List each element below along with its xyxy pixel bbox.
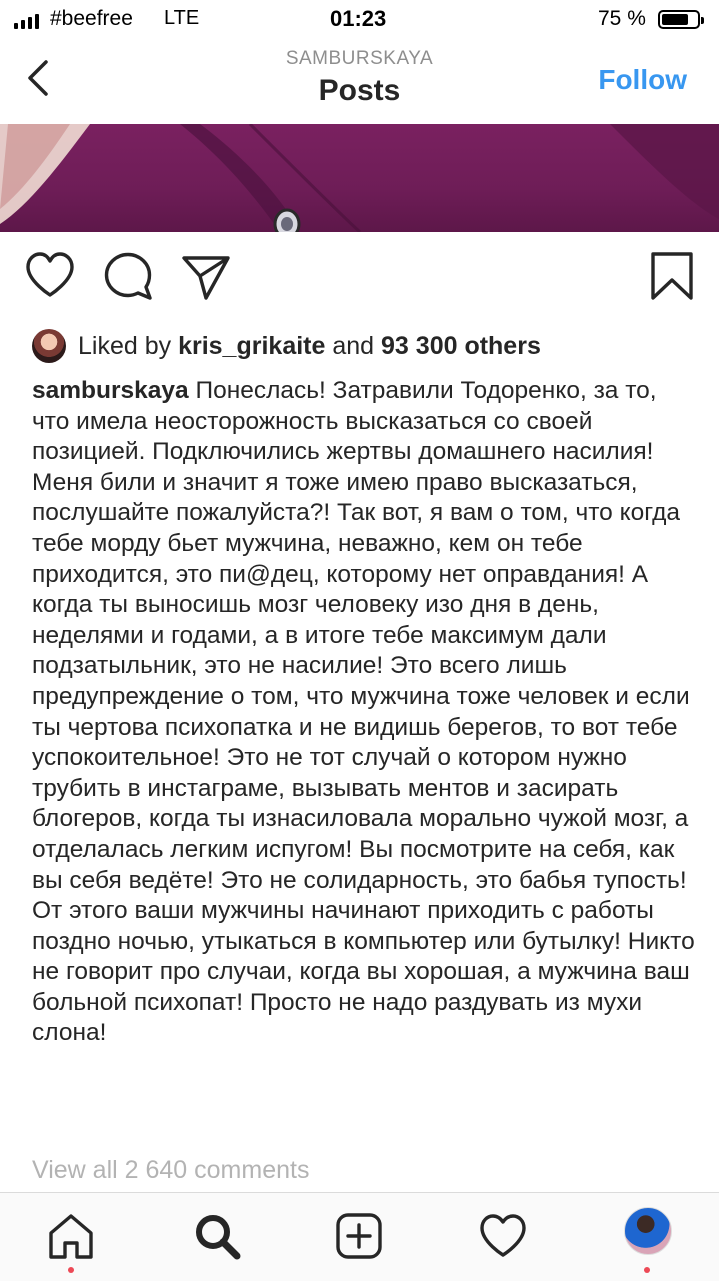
home-icon[interactable] (46, 1211, 96, 1261)
post-caption: samburskaya Понеслась! Затравили Тодорен… (32, 376, 700, 1049)
profile-notification-dot (644, 1267, 650, 1273)
caption-text: Понеслась! Затравили Тодоренко, за то, ч… (32, 377, 695, 1047)
follow-button[interactable]: Follow (598, 64, 687, 96)
tab-bar (0, 1192, 719, 1281)
signal-strength-icon (14, 11, 39, 29)
likes-connector: and (332, 331, 375, 360)
network-type: LTE (164, 7, 200, 29)
activity-icon[interactable] (478, 1211, 528, 1261)
caption-author[interactable]: samburskaya (32, 377, 189, 404)
battery-percent: 75 % (598, 7, 646, 30)
liker-avatar[interactable] (32, 329, 66, 363)
likes-count[interactable]: 93 300 others (381, 332, 541, 361)
status-bar: #beefree LTE 01:23 75 % (0, 0, 719, 40)
liker-username[interactable]: kris_grikaite (178, 332, 325, 361)
nav-header: SAMBURSKAYA Posts Follow (0, 40, 719, 124)
photo-detail (0, 124, 719, 232)
home-notification-dot (68, 1267, 74, 1273)
new-post-icon[interactable] (334, 1211, 384, 1261)
carrier-name: #beefree (50, 7, 133, 30)
liked-by-label: Liked by (78, 331, 172, 360)
profile-avatar[interactable] (624, 1207, 672, 1255)
post-actions (0, 250, 719, 310)
battery-icon (658, 10, 704, 29)
share-icon[interactable] (180, 250, 232, 302)
likes-summary[interactable]: Liked by kris_grikaite and 93 300 others (32, 326, 541, 366)
bookmark-icon[interactable] (646, 250, 698, 302)
comment-icon[interactable] (102, 250, 154, 302)
post-photo[interactable] (0, 124, 719, 232)
heart-icon[interactable] (24, 250, 76, 302)
search-icon[interactable] (192, 1211, 242, 1261)
status-time: 01:23 (330, 6, 387, 31)
view-all-comments-link[interactable]: View all 2 640 comments (32, 1156, 309, 1185)
